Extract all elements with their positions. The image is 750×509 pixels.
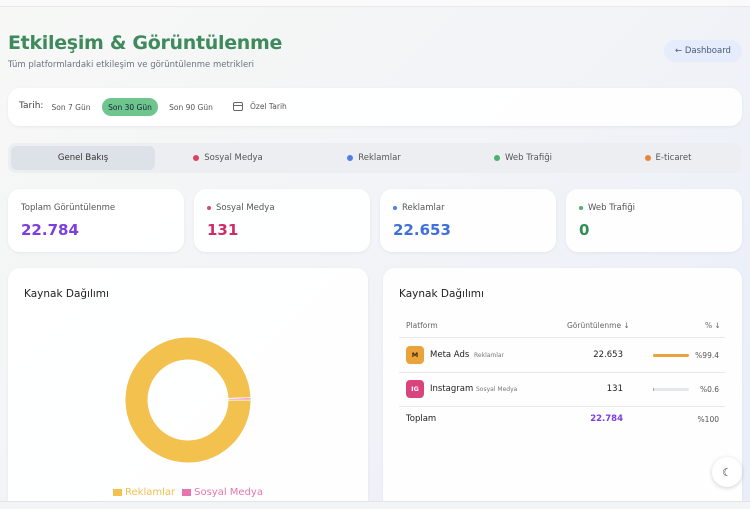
total-views: 22.784 [590,414,623,424]
tab-overview[interactable]: Genel Bakış [11,146,155,170]
category-tabs: Genel Bakış Sosyal Medya Reklamlar Web T… [8,143,742,173]
date-option-30[interactable]: Son 30 Gün [102,98,158,116]
ads-dot-icon [393,206,397,210]
tab-label: Reklamlar [358,153,401,163]
page-subtitle: Tüm platformlardaki etkileşim ve görüntü… [8,60,255,70]
date-option-7[interactable]: Son 7 Gün [46,98,96,116]
page-title: Etkileşim & Görüntülenme [8,32,283,54]
calendar-icon[interactable] [233,102,243,111]
stat-label-wrap: Web Trafiği [579,203,635,213]
share-bar [653,354,689,357]
legend-label: Sosyal Medya [194,487,263,498]
column-header-platform: Platform [406,321,438,330]
tab-label: Sosyal Medya [204,153,263,163]
dashboard-button-label: ← Dashboard [675,46,731,56]
tab-social-media[interactable]: Sosyal Medya [158,146,298,170]
platform-views: 131 [606,384,623,394]
platform-category: Sosyal Medya [476,386,518,393]
legend-item-ads[interactable]: Reklamlar [113,487,175,498]
platform-name: Meta Ads [430,350,470,360]
platform-percent: %99.4 [695,351,719,360]
moon-icon: ☾ [722,465,732,479]
tab-label: Genel Bakış [57,153,109,163]
share-bar-fill [653,354,689,357]
legend-item-social[interactable]: Sosyal Medya [182,487,263,498]
source-distribution-table-card: Kaynak Dağılımı Platform Görüntülenme ↓ … [383,268,742,509]
share-bar [653,388,689,391]
date-label: Tarih: [19,101,44,111]
tab-web-traffic[interactable]: Web Trafiği [448,146,598,170]
meta-ads-badge-icon: M [406,346,424,364]
stat-label: Toplam Görüntülenme [21,203,116,213]
platform-name: Instagram [430,384,474,394]
instagram-badge-icon: IG [406,380,424,398]
social-dot-icon [207,206,211,210]
top-border [0,0,750,7]
tab-ecommerce[interactable]: E-ticaret [598,146,738,170]
stat-value: 0 [579,221,590,239]
row-divider [399,372,725,373]
platform-percent: %0.6 [699,385,719,394]
stat-label: Sosyal Medya [216,203,275,213]
stat-label-wrap: Sosyal Medya [207,203,275,213]
header-divider [399,337,725,338]
donut-chart [124,336,252,464]
stat-card-social: Sosyal Medya 131 [194,189,370,252]
source-distribution-chart-card: Kaynak Dağılımı Reklamlar Sosyal Medya [8,268,368,509]
total-label: Toplam [406,414,437,424]
date-filter-bar: Tarih: Son 7 Gün Son 30 Gün Son 90 Gün Ö… [8,88,742,126]
column-header-views[interactable]: Görüntülenme ↓ [567,321,630,330]
tab-label: E-ticaret [655,153,692,163]
tab-label: Web Trafiği [505,153,552,163]
stat-label-wrap: Reklamlar [393,203,445,213]
platform-views: 22.653 [593,350,623,360]
row-divider [399,406,725,407]
tab-ads[interactable]: Reklamlar [304,146,444,170]
stat-label: Reklamlar [402,203,445,213]
pie-slice-sosyal-medya[interactable] [227,397,252,401]
panel-title: Kaynak Dağılımı [24,288,109,300]
social-dot-icon [193,155,200,161]
stat-value: 22.653 [393,221,451,239]
bottom-border [0,501,750,509]
stat-value: 22.784 [21,221,79,239]
stat-card-web: Web Trafiği 0 [566,189,742,252]
stat-card-ads: Reklamlar 22.653 [380,189,556,252]
custom-date-label[interactable]: Özel Tarih [250,102,287,111]
dashboard-button[interactable]: ← Dashboard [664,40,742,62]
stat-label: Web Trafiği [588,203,635,213]
theme-toggle-button[interactable]: ☾ [712,457,742,487]
legend-swatch [182,488,192,496]
stat-value: 131 [207,221,239,239]
chart-legend: Reklamlar Sosyal Medya [8,487,368,498]
total-percent: %100 [697,415,719,424]
stat-card-total: Toplam Görüntülenme 22.784 [8,189,184,252]
column-header-percent[interactable]: % ↓ [705,321,721,330]
date-option-90[interactable]: Son 90 Gün [164,98,218,116]
legend-label: Reklamlar [125,487,176,498]
platform-category: Reklamlar [474,352,505,359]
ecommerce-dot-icon [644,155,651,161]
web-dot-icon [579,206,583,210]
web-dot-icon [494,155,500,161]
ads-dot-icon [347,155,354,161]
panel-title: Kaynak Dağılımı [399,288,484,300]
legend-swatch [113,488,123,496]
